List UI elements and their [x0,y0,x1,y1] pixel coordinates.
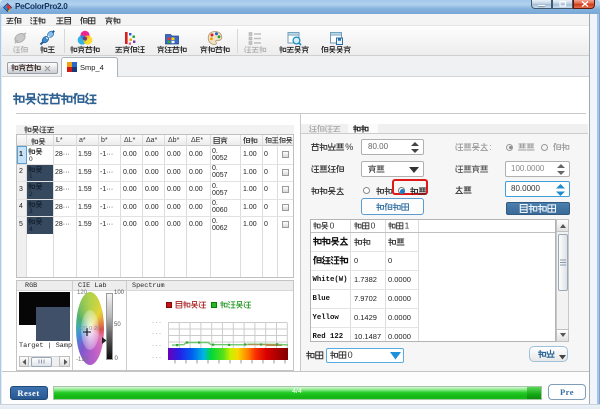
svg-text:0: 0 [330,221,335,231]
svg-text:1: 1 [405,221,410,231]
svg-text:%: % [345,142,353,152]
svg-text:0: 0 [371,221,376,231]
svg-text::: : [489,142,492,152]
svg-text:0: 0 [348,350,353,360]
